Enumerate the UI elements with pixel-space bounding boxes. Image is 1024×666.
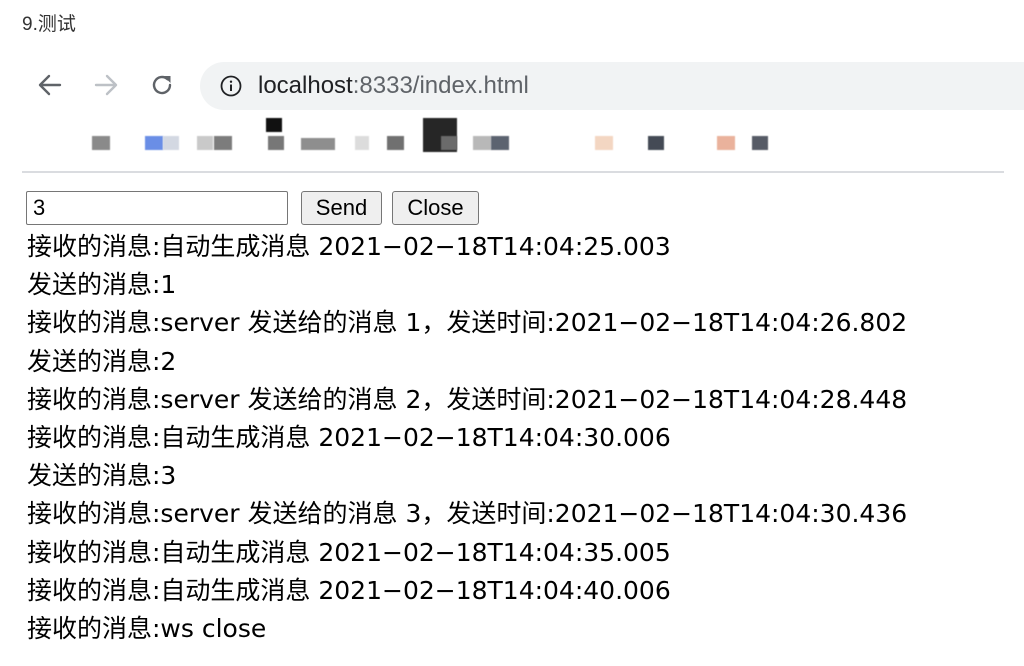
bookmark-favicon-icon[interactable] — [301, 138, 335, 150]
log-line: 接收的消息:自动生成消息 2021−02−18T14:04:35.005 — [27, 537, 671, 567]
bookmark-favicon-icon[interactable] — [473, 136, 491, 150]
bookmark-favicon-icon[interactable] — [266, 118, 282, 132]
message-input[interactable] — [26, 191, 288, 225]
bookmark-favicon-icon[interactable] — [717, 136, 735, 150]
url-path: :8333/index.html — [352, 72, 529, 99]
log-line: 发送的消息:2 — [27, 346, 177, 376]
log-line: 发送的消息:3 — [27, 461, 177, 491]
bookmark-favicon-icon[interactable] — [268, 136, 284, 150]
bookmark-favicon-icon[interactable] — [387, 136, 404, 150]
log-line: 接收的消息:server 发送给的消息 2，发送时间:2021−02−18T14… — [27, 384, 908, 414]
bookmark-favicon-icon[interactable] — [648, 136, 664, 150]
url-text: localhost:8333/index.html — [258, 73, 529, 99]
toolbar-divider — [22, 171, 1004, 173]
bookmark-favicon-icon[interactable] — [441, 136, 457, 150]
info-icon[interactable] — [220, 75, 242, 97]
log-line: 发送的消息:1 — [27, 270, 177, 300]
bookmark-favicon-icon[interactable] — [163, 136, 179, 150]
bookmark-favicon-icon[interactable] — [595, 136, 613, 150]
log-line: 接收的消息:自动生成消息 2021−02−18T14:04:40.006 — [27, 575, 671, 605]
close-button[interactable]: Close — [392, 191, 479, 225]
message-log: 接收的消息:自动生成消息 2021−02−18T14:04:25.003 发送的… — [27, 228, 1007, 648]
send-button[interactable]: Send — [301, 191, 382, 225]
back-button[interactable] — [33, 68, 67, 102]
log-line: 接收的消息:server 发送给的消息 1，发送时间:2021−02−18T14… — [27, 308, 908, 338]
bookmark-favicon-icon[interactable] — [197, 136, 213, 150]
browser-toolbar: localhost:8333/index.html — [0, 58, 1024, 114]
bookmark-favicon-icon[interactable] — [752, 136, 768, 150]
log-line: 接收的消息:自动生成消息 2021−02−18T14:04:25.003 — [27, 232, 671, 261]
reload-icon — [152, 75, 172, 95]
arrow-right-icon — [94, 74, 118, 96]
arrow-left-icon — [38, 74, 62, 96]
forward-button[interactable] — [89, 68, 123, 102]
log-line: 接收的消息:ws close — [27, 614, 267, 644]
address-bar[interactable]: localhost:8333/index.html — [200, 62, 1024, 110]
bookmarks-bar-blurred — [0, 116, 1024, 164]
page-heading: 9.测试 — [22, 14, 76, 35]
log-line: 接收的消息:自动生成消息 2021−02−18T14:04:30.006 — [27, 423, 671, 453]
bookmark-favicon-icon[interactable] — [214, 136, 232, 150]
reload-button[interactable] — [145, 68, 179, 102]
bookmark-favicon-icon[interactable] — [355, 136, 369, 150]
log-line: 接收的消息:server 发送给的消息 3，发送时间:2021−02−18T14… — [27, 499, 908, 529]
bookmark-favicon-icon[interactable] — [92, 136, 110, 150]
bookmark-favicon-icon[interactable] — [145, 136, 163, 150]
url-host: localhost — [258, 72, 353, 99]
bookmark-favicon-icon[interactable] — [491, 136, 509, 150]
